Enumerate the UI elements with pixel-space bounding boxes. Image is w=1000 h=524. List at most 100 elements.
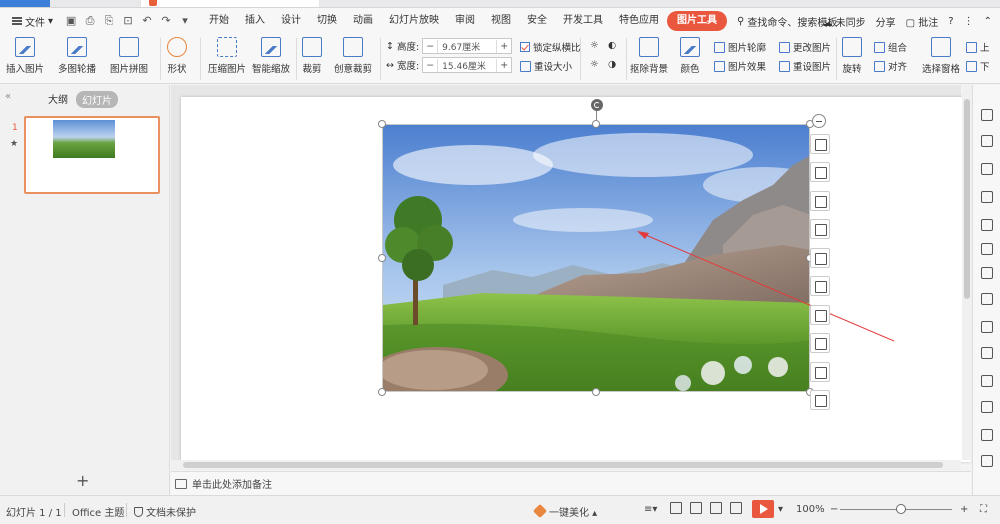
color-button[interactable]: 颜色	[680, 37, 700, 75]
tab-transition[interactable]: 切换	[309, 11, 345, 31]
sync-button[interactable]: ☁ 未同步	[822, 14, 865, 29]
reading-view-icon[interactable]	[710, 502, 722, 514]
reset-picture-button[interactable]: 重设图片	[779, 59, 831, 73]
print-icon[interactable]: ⎘	[103, 14, 115, 28]
tab-slides[interactable]: 幻灯片	[76, 91, 118, 108]
compress-picture-button[interactable]: 压缩图片	[208, 37, 246, 75]
group-button[interactable]: 组合	[874, 40, 907, 54]
play-slideshow-icon[interactable]	[752, 500, 774, 518]
sound-icon[interactable]	[981, 347, 993, 359]
tab-home[interactable]: 开始	[201, 11, 237, 31]
width-spinner[interactable]: − 15.46厘米 +	[422, 57, 513, 73]
picture-outline-button[interactable]: 图片轮廓	[714, 40, 766, 54]
horizontal-scroll-thumb[interactable]	[183, 462, 943, 468]
notes-pane[interactable]: 单击此处添加备注	[171, 471, 971, 495]
change-picture-button[interactable]: 更改图片	[779, 40, 831, 54]
erase-tool-button[interactable]	[810, 390, 830, 410]
tab-design[interactable]: 设计	[273, 11, 309, 31]
help-button[interactable]: ?	[948, 16, 953, 27]
tab-insert[interactable]: 插入	[237, 11, 273, 31]
height-spinner[interactable]: − 9.67厘米 +	[422, 38, 513, 54]
vertical-scrollbar[interactable]	[962, 85, 972, 460]
play-options-icon[interactable]: ▾	[778, 504, 783, 515]
reset-size-button[interactable]: 重设大小	[520, 59, 572, 73]
comment-button[interactable]: ▢ 批注	[906, 14, 939, 29]
height-increase-button[interactable]: +	[497, 41, 511, 52]
chevron-down-icon[interactable]: ▾	[179, 14, 191, 28]
picture-effect-button[interactable]: 图片效果	[714, 59, 766, 73]
tools-icon[interactable]	[981, 429, 993, 441]
magic-icon[interactable]	[981, 375, 993, 387]
share-panel-icon[interactable]	[981, 401, 993, 413]
gallery-icon[interactable]	[981, 293, 993, 305]
selection-pane-button[interactable]: 选择窗格	[922, 37, 960, 75]
tab-developer[interactable]: 开发工具	[555, 11, 611, 31]
redo-icon[interactable]: ↷	[160, 14, 172, 28]
translate-tool-button[interactable]	[810, 362, 830, 382]
zoom-in-button[interactable]: +	[960, 504, 968, 515]
share-button[interactable]: 分享	[876, 14, 896, 29]
transform-icon[interactable]	[981, 163, 993, 175]
print-preview-icon[interactable]: ⎙	[84, 14, 96, 28]
tab-animation[interactable]: 动画	[345, 11, 381, 31]
normal-view-icon[interactable]	[670, 502, 682, 514]
collapse-ribbon-icon[interactable]: ⌃	[984, 16, 992, 27]
shape-style-icon[interactable]	[981, 135, 993, 147]
height-input[interactable]: 9.67厘米	[437, 39, 498, 53]
send-backward-button[interactable]: 下	[966, 59, 990, 73]
chart-icon[interactable]	[981, 243, 993, 255]
layer-tool-button[interactable]	[810, 333, 830, 353]
tab-outline[interactable]: 大纲	[48, 91, 68, 108]
tab-review[interactable]: 审阅	[447, 11, 483, 31]
width-increase-button[interactable]: +	[497, 60, 511, 71]
tab-view[interactable]: 视图	[483, 11, 519, 31]
theme-name[interactable]: Office 主题	[72, 504, 124, 519]
one-click-beautify-button[interactable]: 一键美化 ▴	[532, 503, 597, 519]
rotate-button[interactable]: 旋转	[842, 37, 862, 75]
add-slide-button[interactable]: +	[76, 471, 89, 490]
collapse-panel-icon[interactable]: «	[5, 91, 11, 102]
crop-tool-button[interactable]	[810, 134, 830, 154]
multi-outline-button[interactable]: 多图轮播	[58, 37, 96, 75]
object-properties-icon[interactable]	[981, 109, 993, 121]
more-tools-icon[interactable]	[981, 455, 993, 467]
crop-button[interactable]: 裁剪	[302, 37, 322, 75]
file-menu[interactable]: 文件 ▾	[6, 11, 59, 31]
notes-toggle-icon[interactable]: ≡▾	[644, 504, 657, 515]
remove-background-button[interactable]: 抠除背景	[630, 37, 668, 75]
backup-icon[interactable]	[981, 321, 993, 333]
width-input[interactable]: 15.46厘米	[437, 58, 498, 72]
zoom-slider-knob[interactable]	[896, 504, 906, 514]
creative-crop-button[interactable]: 创意裁剪	[334, 37, 372, 75]
document-protection[interactable]: 文档未保护	[134, 504, 196, 519]
horizontal-scrollbar[interactable]	[171, 460, 961, 470]
brightness-decrease-button[interactable]: ☼	[590, 59, 599, 70]
height-decrease-button[interactable]: −	[423, 41, 437, 52]
tab-picture-tools[interactable]: 图片工具	[667, 11, 728, 31]
bring-forward-button[interactable]: 上	[966, 40, 990, 54]
vertical-scroll-thumb[interactable]	[964, 99, 970, 299]
more-icon[interactable]: ⋮	[964, 16, 974, 27]
align-button[interactable]: 对齐	[874, 59, 907, 73]
home-tab[interactable]	[0, 0, 50, 7]
contrast-decrease-button[interactable]: ◑	[608, 59, 616, 70]
remove-background-tool-button[interactable]	[810, 162, 830, 182]
collage-tool-button[interactable]	[810, 191, 830, 211]
zoom-out-button[interactable]: −	[830, 504, 838, 515]
picture-collage-button[interactable]: 图片拼图	[110, 37, 148, 75]
document-tab[interactable]	[140, 0, 320, 7]
zoom-level[interactable]: 100%	[796, 504, 825, 515]
text-extract-tool-button[interactable]	[810, 305, 830, 325]
collapse-toolbar-icon[interactable]	[812, 114, 826, 128]
lock-ratio-checkbox[interactable]: 锁定纵横比	[520, 40, 581, 54]
fit-window-icon[interactable]: ⛶	[980, 504, 987, 515]
smart-zoom-button[interactable]: 智能缩放	[252, 37, 290, 75]
compress-tool-button[interactable]	[810, 248, 830, 268]
zoom-tool-button[interactable]	[810, 219, 830, 239]
slide-thumbnail[interactable]	[24, 116, 160, 194]
template-icon[interactable]	[981, 219, 993, 231]
layout-icon[interactable]	[981, 191, 993, 203]
copy-tool-button[interactable]	[810, 276, 830, 296]
export-icon[interactable]: ⊡	[122, 14, 134, 28]
tab-security[interactable]: 安全	[519, 11, 555, 31]
